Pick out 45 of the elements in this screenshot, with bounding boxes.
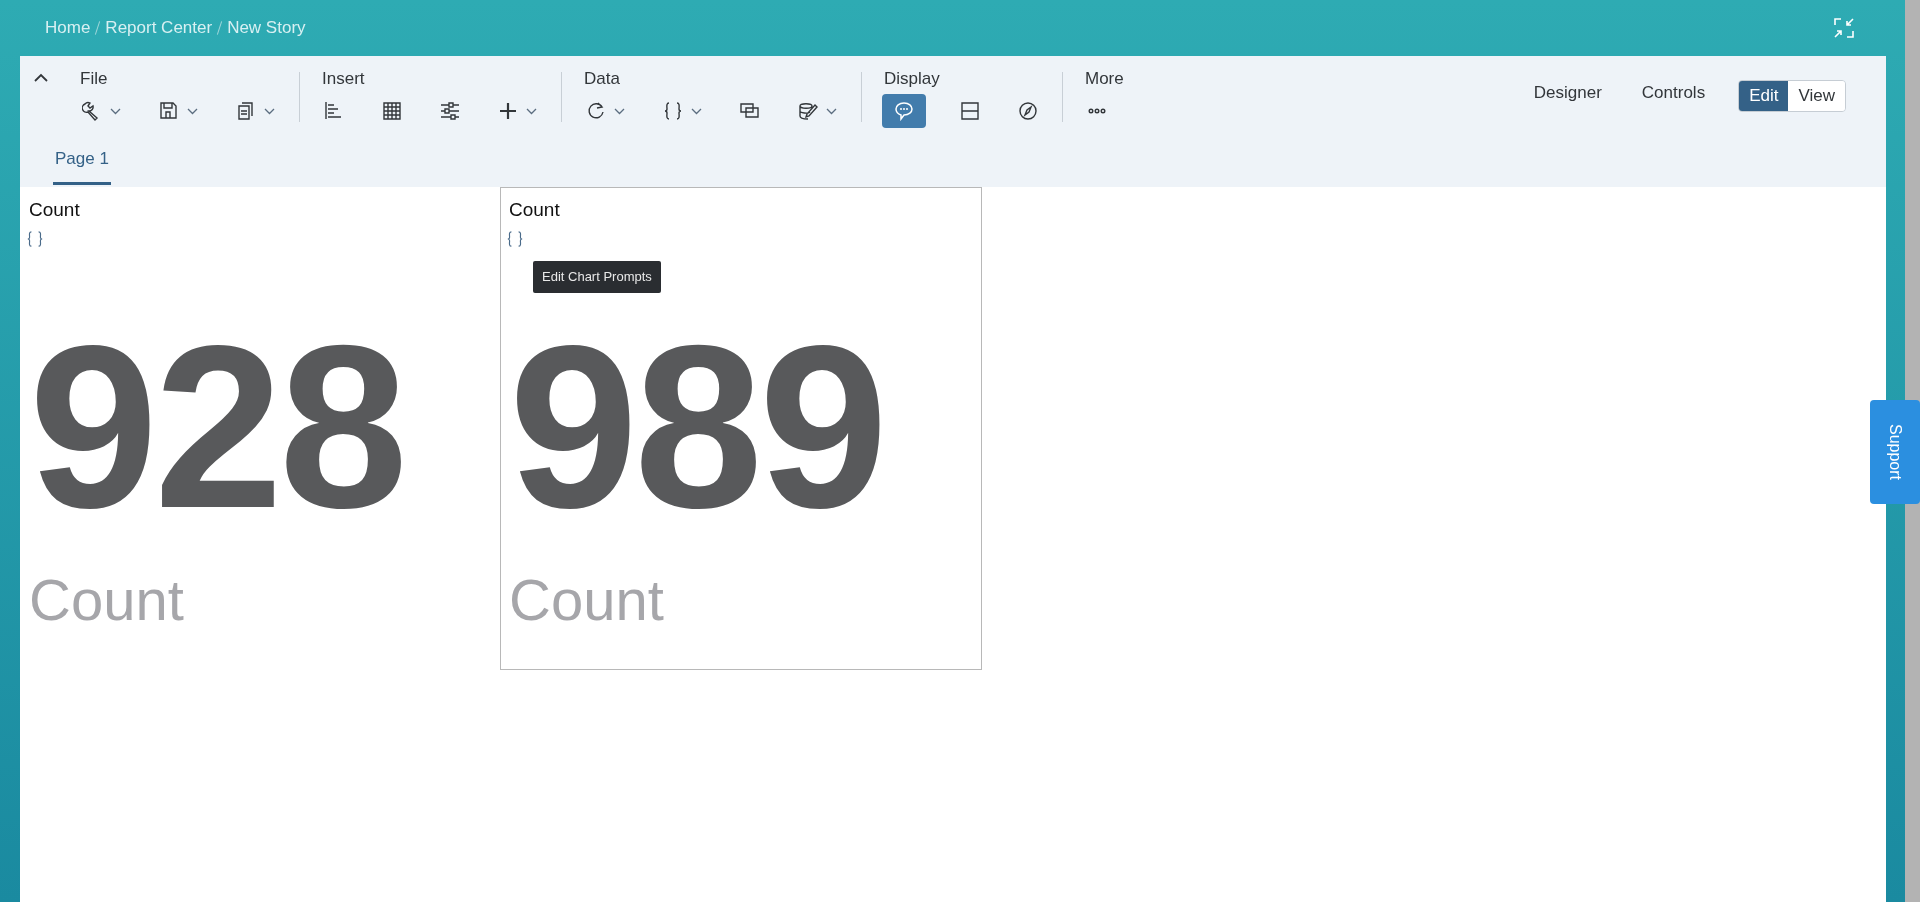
kpi-caption: Count bbox=[509, 570, 664, 629]
group-label: Insert bbox=[322, 68, 366, 88]
refresh-icon bbox=[586, 101, 606, 121]
tile-title: Count bbox=[509, 198, 560, 222]
kpi-caption: Count bbox=[29, 570, 184, 629]
database-edit-icon bbox=[798, 101, 818, 121]
caret-icon bbox=[614, 107, 625, 115]
copy-icon bbox=[236, 101, 256, 121]
braces-icon[interactable] bbox=[506, 228, 524, 249]
braces-icon bbox=[663, 101, 683, 121]
caret-icon bbox=[826, 107, 837, 115]
layers-icon bbox=[740, 101, 760, 121]
table-icon bbox=[382, 101, 402, 121]
compass-icon bbox=[1018, 101, 1038, 121]
group-label: File bbox=[80, 68, 109, 88]
sliders-icon bbox=[440, 101, 460, 121]
caret-icon bbox=[526, 107, 537, 115]
kpi-value: 989 bbox=[509, 310, 885, 543]
plus-icon bbox=[498, 101, 518, 121]
kpi-tile[interactable]: Count 928 Count bbox=[20, 187, 500, 670]
braces-icon[interactable] bbox=[26, 228, 44, 249]
caret-icon bbox=[187, 107, 198, 115]
comment-button[interactable] bbox=[882, 94, 926, 128]
tile-title: Count bbox=[29, 198, 80, 222]
bar-chart-icon bbox=[324, 101, 344, 121]
caret-icon bbox=[691, 107, 702, 115]
exit-fullscreen-icon[interactable] bbox=[1834, 18, 1854, 38]
support-label: Support bbox=[1886, 424, 1905, 480]
collapse-icon[interactable] bbox=[34, 73, 48, 83]
group-label: Display bbox=[884, 68, 941, 88]
caret-icon bbox=[264, 107, 275, 115]
support-tab[interactable]: Support bbox=[1870, 400, 1920, 504]
tooltip: Edit Chart Prompts bbox=[533, 261, 661, 293]
mode-toggle[interactable]: Edit bbox=[1739, 81, 1789, 111]
toolbar-link[interactable]: Designer bbox=[1533, 80, 1602, 106]
kpi-value: 928 bbox=[29, 310, 405, 543]
group-label: Data bbox=[584, 68, 621, 88]
page-tab[interactable]: Page 1 bbox=[53, 146, 111, 185]
toolbar-link[interactable]: Controls bbox=[1641, 80, 1706, 106]
group-label: More bbox=[1085, 68, 1124, 88]
save-icon bbox=[159, 101, 179, 121]
comment-icon bbox=[894, 101, 914, 121]
mode-toggle[interactable]: View bbox=[1788, 81, 1845, 111]
split-view-icon bbox=[960, 101, 980, 121]
caret-icon bbox=[110, 107, 121, 115]
